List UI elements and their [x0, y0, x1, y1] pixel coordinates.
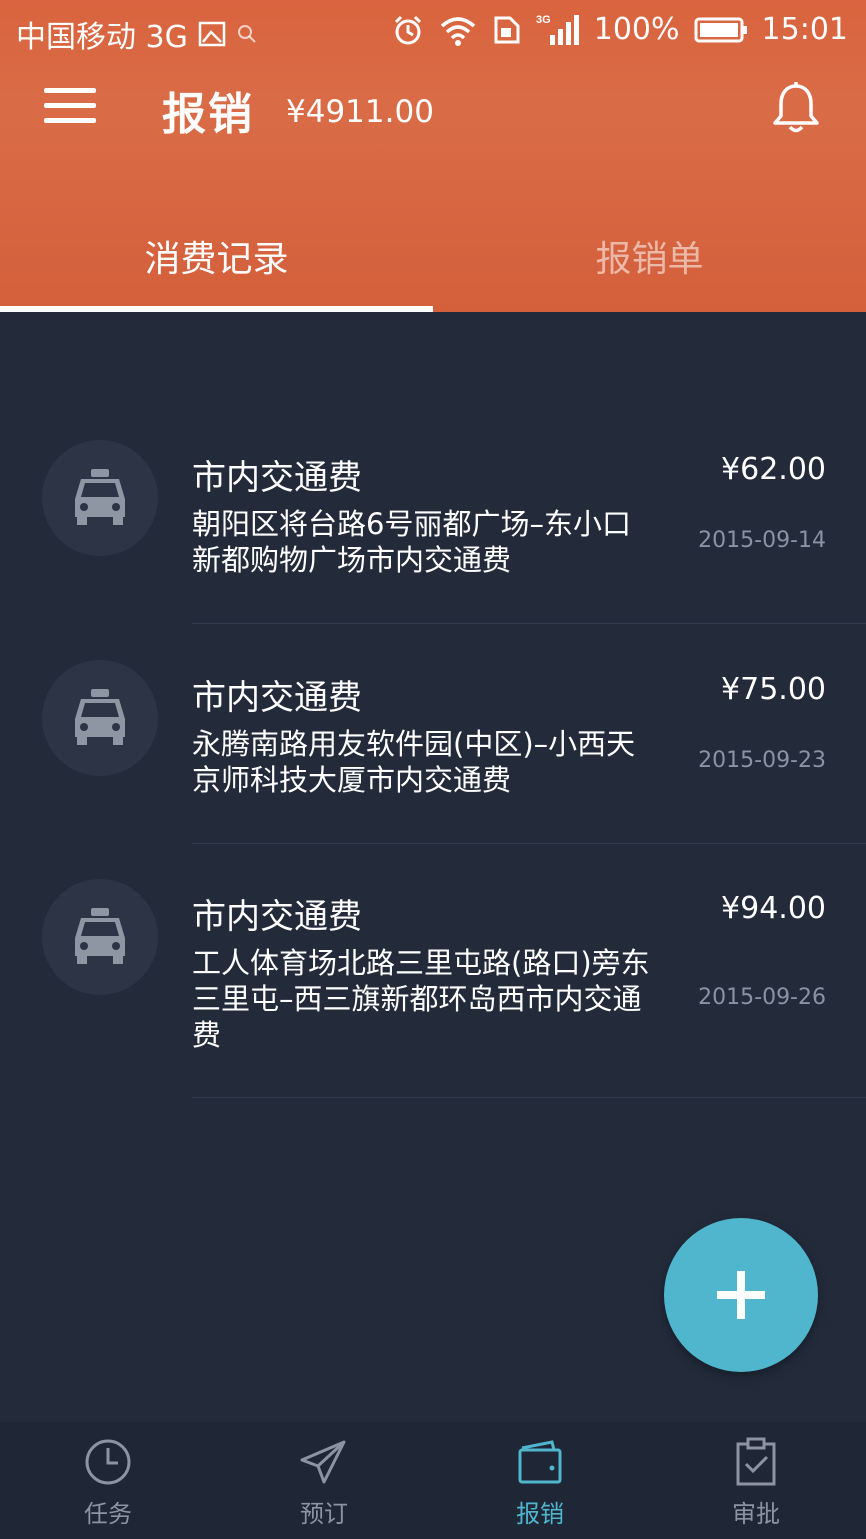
- list-item[interactable]: 市内交通费 工人体育场北路三里屯路(路口)旁东 三里屯–西三旗新都环岛西市内交通…: [0, 879, 866, 1099]
- record-date: 2015-09-26: [698, 985, 826, 1010]
- signal-icon: 3G: [536, 13, 580, 47]
- clock-time: 15:01: [761, 12, 848, 47]
- tab-consumption-records[interactable]: 消费记录: [0, 200, 433, 312]
- carrier-label: 中国移动 3G: [16, 20, 188, 55]
- search-notification-icon: [236, 23, 258, 45]
- add-record-button[interactable]: [664, 1218, 818, 1372]
- record-date: 2015-09-14: [698, 528, 826, 553]
- record-amount: ¥94.00: [721, 891, 826, 926]
- tab-bar: 消费记录 报销单: [0, 200, 866, 312]
- nav-label: 审批: [732, 1500, 780, 1528]
- tab-reimbursement-forms[interactable]: 报销单: [433, 200, 866, 312]
- battery-icon: [694, 16, 748, 44]
- divider: [192, 623, 866, 624]
- taxi-icon: [42, 440, 158, 556]
- record-amount: ¥62.00: [721, 452, 826, 487]
- header: 中国移动 3G 3G 100% 15:01 报销 ¥4911.00 消费记录 报…: [0, 0, 866, 312]
- nav-label: 预订: [300, 1500, 348, 1528]
- notification-button[interactable]: [770, 80, 822, 136]
- wallet-icon: [518, 1440, 562, 1484]
- nav-label: 任务: [84, 1500, 132, 1528]
- status-bar: 中国移动 3G 3G 100% 15:01: [0, 0, 866, 62]
- image-notification-icon: [198, 20, 226, 48]
- svg-text:3G: 3G: [536, 14, 551, 26]
- total-amount: ¥4911.00: [286, 94, 434, 130]
- record-title: 市内交通费: [192, 678, 362, 718]
- nav-item-approval[interactable]: 审批: [648, 1422, 864, 1539]
- record-description: 永腾南路用友软件园(中区)–小西天 京师科技大厦市内交通费: [192, 727, 636, 797]
- record-title: 市内交通费: [192, 897, 362, 937]
- divider: [192, 1097, 866, 1098]
- menu-button[interactable]: [44, 86, 98, 126]
- taxi-icon: [42, 879, 158, 995]
- record-title: 市内交通费: [192, 458, 362, 498]
- page-title: 报销: [162, 89, 254, 140]
- clipboard-check-icon: [736, 1437, 776, 1486]
- app-screen: 中国移动 3G 3G 100% 15:01 报销 ¥4911.00 消费记录 报…: [0, 0, 866, 1539]
- nav-item-booking[interactable]: 预订: [216, 1422, 432, 1539]
- app-bar: 报销 ¥4911.00: [0, 62, 866, 162]
- record-date: 2015-09-23: [698, 748, 826, 773]
- list-item[interactable]: 市内交通费 朝阳区将台路6号丽都广场–东小口 新都购物广场市内交通费 ¥62.0…: [0, 440, 866, 624]
- hamburger-icon: [44, 88, 96, 93]
- nav-item-reimbursement[interactable]: 报销: [432, 1422, 648, 1539]
- alarm-icon: [392, 14, 424, 46]
- tab-indicator: [0, 306, 433, 312]
- record-description: 工人体育场北路三里屯路(路口)旁东 三里屯–西三旗新都环岛西市内交通 费: [192, 946, 650, 1052]
- paper-plane-icon: [300, 1440, 346, 1484]
- bell-icon: [773, 82, 819, 133]
- divider: [192, 843, 866, 844]
- clock-icon: [85, 1439, 131, 1485]
- battery-percent: 100%: [593, 12, 680, 47]
- bottom-navigation: 任务 预订 报销 审批: [0, 1422, 866, 1539]
- record-amount: ¥75.00: [721, 672, 826, 707]
- sim-icon: [492, 14, 522, 46]
- nav-item-tasks[interactable]: 任务: [0, 1422, 216, 1539]
- record-description: 朝阳区将台路6号丽都广场–东小口 新都购物广场市内交通费: [192, 507, 631, 577]
- list-item[interactable]: 市内交通费 永腾南路用友软件园(中区)–小西天 京师科技大厦市内交通费 ¥75.…: [0, 660, 866, 844]
- wifi-icon: [438, 14, 478, 46]
- plus-icon: [717, 1271, 765, 1319]
- nav-label: 报销: [516, 1500, 564, 1528]
- taxi-icon: [42, 660, 158, 776]
